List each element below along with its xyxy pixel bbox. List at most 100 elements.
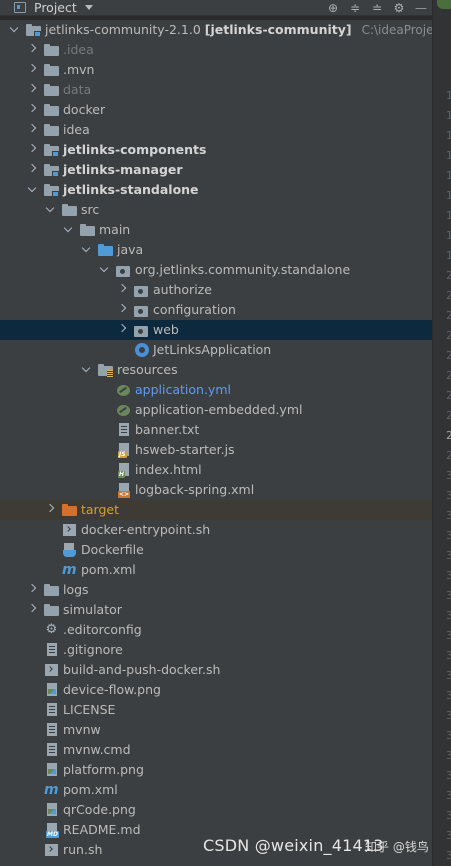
tree-row[interactable]: JS hsweb-starter.js bbox=[0, 440, 432, 460]
tree-row[interactable]: org.jetlinks.community.standalone bbox=[0, 260, 432, 280]
tree-label: hsweb-starter.js bbox=[135, 442, 235, 457]
tree-row[interactable]: Dockerfile bbox=[0, 540, 432, 560]
line-number: 1 bbox=[446, 206, 451, 226]
tree-label: java bbox=[117, 242, 144, 257]
tree-row[interactable]: mvnw bbox=[0, 720, 432, 740]
chevron-down-icon[interactable] bbox=[27, 180, 37, 200]
line-number: 3 bbox=[446, 506, 451, 526]
tree-row-root[interactable]: jetlinks-community-2.1.0 [jetlinks-commu… bbox=[0, 20, 432, 40]
chevron-right-icon[interactable] bbox=[27, 160, 37, 180]
tree-row[interactable]: docker-entrypoint.sh bbox=[0, 520, 432, 540]
tree-row[interactable]: <> logback-spring.xml bbox=[0, 480, 432, 500]
tree-label: run.sh bbox=[63, 842, 103, 857]
tree-row[interactable]: device-flow.png bbox=[0, 680, 432, 700]
tree-row[interactable]: jetlinks-standalone bbox=[0, 180, 432, 200]
line-number: 1 bbox=[446, 126, 451, 146]
tree-row[interactable]: .mvn bbox=[0, 60, 432, 80]
chevron-right-icon[interactable] bbox=[45, 500, 55, 520]
tree-row[interactable]: configuration bbox=[0, 300, 432, 320]
spring-config-icon bbox=[117, 382, 130, 398]
chevron-right-icon[interactable] bbox=[117, 280, 127, 300]
collapse-all-icon[interactable]: ≐ bbox=[366, 0, 388, 16]
chevron-right-icon[interactable] bbox=[27, 600, 37, 620]
chevron-right-icon[interactable] bbox=[27, 40, 37, 60]
tree-row[interactable]: qrCode.png bbox=[0, 800, 432, 820]
chevron-right-icon[interactable] bbox=[117, 320, 127, 340]
project-view-title[interactable]: Project bbox=[34, 0, 77, 15]
tree-label: simulator bbox=[63, 602, 122, 617]
tree-row[interactable]: JetLinksApplication bbox=[0, 340, 432, 360]
tree-label: target bbox=[81, 502, 120, 517]
maven-icon: m bbox=[44, 782, 59, 798]
tree-row[interactable]: logs bbox=[0, 580, 432, 600]
folder-icon bbox=[44, 63, 60, 77]
tree-row[interactable]: resources bbox=[0, 360, 432, 380]
tree-row[interactable]: simulator bbox=[0, 600, 432, 620]
folder-icon bbox=[44, 583, 60, 597]
tree-row[interactable]: build-and-push-docker.sh bbox=[0, 660, 432, 680]
chevron-down-icon[interactable] bbox=[99, 260, 109, 280]
chevron-right-icon[interactable] bbox=[117, 300, 127, 320]
xml-tag: <> bbox=[118, 491, 131, 498]
text-file-icon bbox=[46, 722, 59, 738]
tree-row[interactable]: src bbox=[0, 200, 432, 220]
folder-icon bbox=[44, 123, 60, 137]
tree-row[interactable]: H index.html bbox=[0, 460, 432, 480]
chevron-right-icon[interactable] bbox=[27, 580, 37, 600]
tree-row[interactable]: m pom.xml bbox=[0, 560, 432, 580]
tree-label: banner.txt bbox=[135, 422, 200, 437]
tree-row[interactable]: platform.png bbox=[0, 760, 432, 780]
tree-row-selected[interactable]: web bbox=[0, 320, 432, 340]
tree-row[interactable]: application.yml bbox=[0, 380, 432, 400]
chevron-down-icon[interactable] bbox=[63, 220, 73, 240]
line-number: 3 bbox=[446, 826, 451, 846]
tree-row[interactable]: ⚙ .editorconfig bbox=[0, 620, 432, 640]
line-number: 3 bbox=[446, 546, 451, 566]
chevron-down-icon[interactable] bbox=[81, 360, 91, 380]
tree-row[interactable]: mvnw.cmd bbox=[0, 740, 432, 760]
tree-row-excluded[interactable]: target bbox=[0, 500, 432, 520]
chevron-down-icon[interactable] bbox=[9, 20, 19, 40]
tree-label: .mvn bbox=[63, 62, 95, 77]
hide-icon[interactable]: — bbox=[410, 0, 432, 16]
tree-row[interactable]: java bbox=[0, 240, 432, 260]
editor-tab-fragment[interactable] bbox=[437, 0, 451, 9]
locate-icon[interactable]: ⊕ bbox=[322, 0, 344, 16]
chevron-right-icon[interactable] bbox=[27, 100, 37, 120]
tree-row[interactable]: jetlinks-components bbox=[0, 140, 432, 160]
folder-icon bbox=[44, 103, 60, 117]
package-icon bbox=[134, 323, 150, 337]
tree-row[interactable]: m pom.xml bbox=[0, 780, 432, 800]
tree-row[interactable]: banner.txt bbox=[0, 420, 432, 440]
tree-label: application-embedded.yml bbox=[135, 402, 303, 417]
chevron-right-icon[interactable] bbox=[27, 60, 37, 80]
tree-row[interactable]: data bbox=[0, 80, 432, 100]
root-module-name: [jetlinks-community] bbox=[204, 22, 352, 37]
chevron-down-icon[interactable] bbox=[81, 240, 91, 260]
docker-file-icon bbox=[63, 542, 76, 558]
line-number: 3 bbox=[446, 846, 451, 866]
tree-row[interactable]: docker bbox=[0, 100, 432, 120]
line-number: 2 bbox=[446, 326, 451, 346]
chevron-down-icon[interactable] bbox=[45, 200, 55, 220]
line-number: 3 bbox=[446, 526, 451, 546]
tree-row[interactable]: jetlinks-manager bbox=[0, 160, 432, 180]
tree-row[interactable]: LICENSE bbox=[0, 700, 432, 720]
gear-icon[interactable]: ⚙ bbox=[388, 0, 410, 16]
dropdown-caret-icon[interactable] bbox=[84, 5, 93, 10]
tree-row[interactable]: .idea bbox=[0, 40, 432, 60]
tree-row[interactable]: application-embedded.yml bbox=[0, 400, 432, 420]
excluded-folder-icon bbox=[62, 503, 78, 517]
expand-all-icon[interactable]: ≑ bbox=[344, 0, 366, 16]
chevron-right-icon[interactable] bbox=[27, 120, 37, 140]
tree-row[interactable]: idea bbox=[0, 120, 432, 140]
chevron-right-icon[interactable] bbox=[27, 80, 37, 100]
tree-row[interactable]: authorize bbox=[0, 280, 432, 300]
resources-folder-icon bbox=[98, 363, 114, 377]
tree-row[interactable]: main bbox=[0, 220, 432, 240]
tree-row[interactable]: .gitignore bbox=[0, 640, 432, 660]
module-folder-icon bbox=[44, 143, 60, 157]
tree-label: web bbox=[153, 322, 179, 337]
chevron-right-icon[interactable] bbox=[27, 140, 37, 160]
project-tree[interactable]: jetlinks-community-2.1.0 [jetlinks-commu… bbox=[0, 20, 432, 866]
